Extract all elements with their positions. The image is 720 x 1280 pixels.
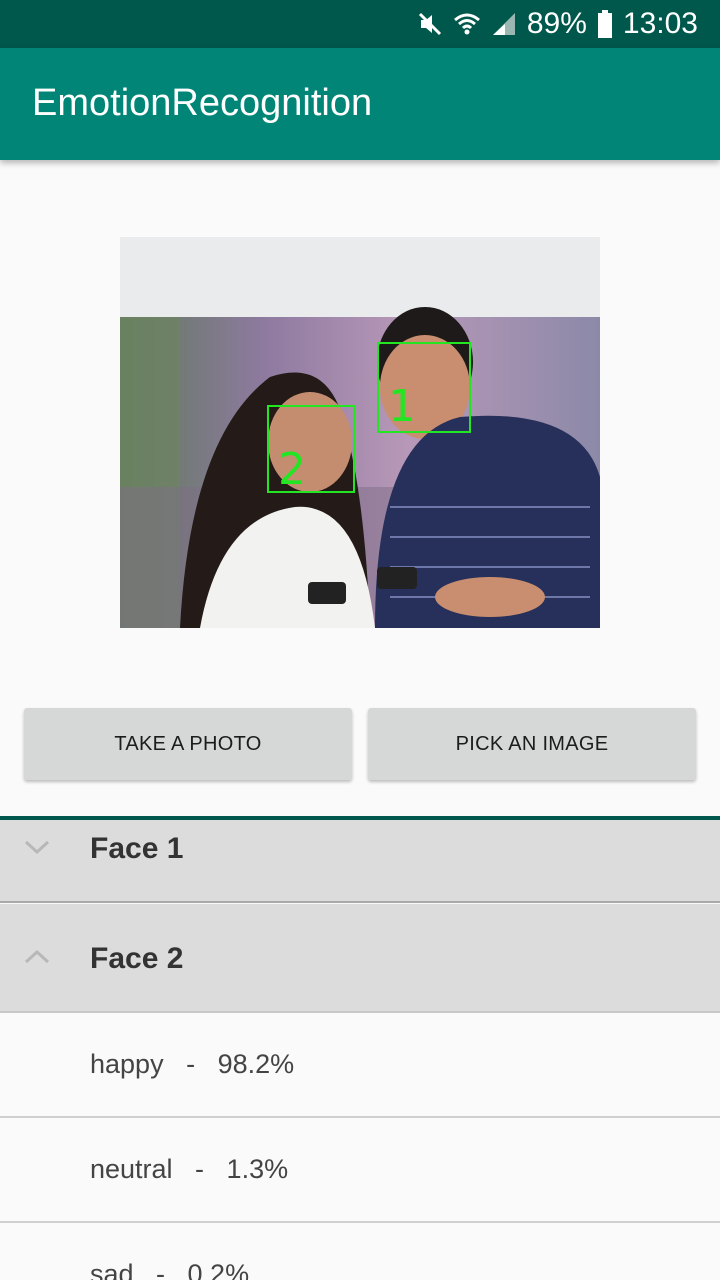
photo-illustration [120, 237, 600, 628]
chevron-down-icon [24, 838, 50, 861]
emotion-text: happy - 98.2% [90, 1049, 295, 1079]
status-time: 13:03 [622, 7, 698, 40]
take-photo-button[interactable]: TAKE A PHOTO [24, 708, 352, 780]
wifi-icon [453, 11, 481, 37]
pick-image-button[interactable]: PICK AN IMAGE [368, 708, 696, 780]
group-divider [0, 901, 720, 903]
face-group-2[interactable]: Face 2 [0, 904, 720, 1012]
face-group-title: Face 1 [90, 832, 184, 865]
emotion-text: sad - 0.2% [90, 1259, 250, 1280]
status-bar: 89% 13:03 [0, 0, 720, 48]
emotion-text: neutral - 1.3% [90, 1154, 289, 1184]
face-label-2: 2 [278, 444, 306, 495]
face-group-1[interactable]: Face 1 [0, 820, 720, 902]
chevron-up-icon [24, 948, 50, 971]
face-group-title: Face 2 [90, 942, 184, 975]
signal-icon [491, 11, 517, 37]
app-bar: EmotionRecognition [0, 48, 720, 160]
battery-icon [597, 10, 613, 38]
mute-icon [417, 11, 443, 37]
app-title: EmotionRecognition [32, 82, 373, 124]
emotion-item[interactable]: neutral - 1.3% [0, 1118, 720, 1222]
emotion-item[interactable]: happy - 98.2% [0, 1013, 720, 1117]
battery-percent: 89% [526, 7, 587, 40]
face-label-1: 1 [388, 381, 416, 432]
analyzed-photo: 1 2 [120, 237, 600, 628]
emotion-item[interactable]: sad - 0.2% [0, 1223, 720, 1280]
